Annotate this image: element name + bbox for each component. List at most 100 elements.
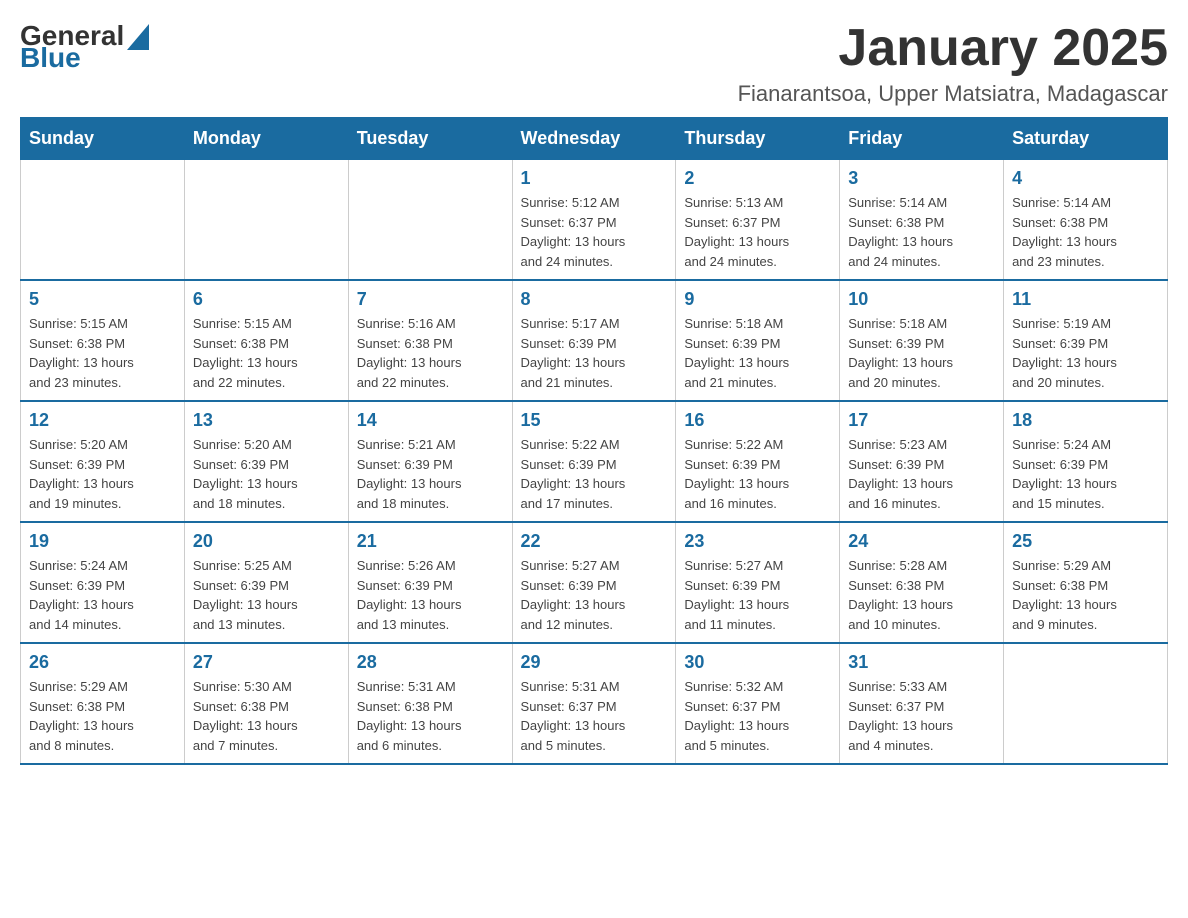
day-cell [348,160,512,281]
day-cell: 30 Sunrise: 5:32 AMSunset: 6:37 PMDayligh… [676,643,840,764]
day-info: Sunrise: 5:20 AMSunset: 6:39 PMDaylight:… [193,435,340,513]
week-row-4: 19 Sunrise: 5:24 AMSunset: 6:39 PMDayligh… [21,522,1168,643]
calendar-table: SundayMondayTuesdayWednesdayThursdayFrid… [20,117,1168,765]
week-row-3: 12Sunrise: 5:20 AMSunset: 6:39 PMDayligh… [21,401,1168,522]
day-cell: 15 Sunrise: 5:22 AMSunset: 6:39 PMDayligh… [512,401,676,522]
day-cell: 28 Sunrise: 5:31 AMSunset: 6:38 PMDayligh… [348,643,512,764]
logo: General Blue [20,20,149,74]
day-info: Sunrise: 5:26 AMSunset: 6:39 PMDaylight:… [357,556,504,634]
day-number: 16 [684,410,831,431]
day-info: Sunrise: 5:27 AMSunset: 6:39 PMDaylight:… [521,556,668,634]
day-info: Sunrise: 5:15 AMSunset: 6:38 PMDaylight:… [193,314,340,392]
day-number: 30 [684,652,831,673]
header: General Blue January 2025 Fianarantsoa, … [20,20,1168,107]
day-info: Sunrise: 5:23 AMSunset: 6:39 PMDaylight:… [848,435,995,513]
day-info: Sunrise: 5:25 AMSunset: 6:39 PMDaylight:… [193,556,340,634]
day-number: 21 [357,531,504,552]
day-number: 9 [684,289,831,310]
day-cell: 2 Sunrise: 5:13 AMSunset: 6:37 PMDaylight… [676,160,840,281]
day-info: Sunrise: 5:29 AMSunset: 6:38 PMDaylight:… [1012,556,1159,634]
day-number: 29 [521,652,668,673]
day-info: Sunrise: 5:33 AMSunset: 6:37 PMDaylight:… [848,677,995,755]
day-number: 4 [1012,168,1159,189]
day-number: 28 [357,652,504,673]
weekday-header-row: SundayMondayTuesdayWednesdayThursdayFrid… [21,118,1168,160]
day-cell: 11Sunrise: 5:19 AMSunset: 6:39 PMDayligh… [1004,280,1168,401]
day-cell: 10 Sunrise: 5:18 AMSunset: 6:39 PMDayligh… [840,280,1004,401]
day-info: Sunrise: 5:19 AMSunset: 6:39 PMDaylight:… [1012,314,1159,392]
day-cell: 29 Sunrise: 5:31 AMSunset: 6:37 PMDayligh… [512,643,676,764]
day-info: Sunrise: 5:13 AMSunset: 6:37 PMDaylight:… [684,193,831,271]
day-number: 1 [521,168,668,189]
day-number: 8 [521,289,668,310]
day-cell [21,160,185,281]
day-info: Sunrise: 5:31 AMSunset: 6:38 PMDaylight:… [357,677,504,755]
day-cell: 24 Sunrise: 5:28 AMSunset: 6:38 PMDayligh… [840,522,1004,643]
weekday-header-thursday: Thursday [676,118,840,160]
logo-blue-text: Blue [20,42,81,74]
day-number: 10 [848,289,995,310]
day-cell: 1Sunrise: 5:12 AMSunset: 6:37 PMDaylight… [512,160,676,281]
day-cell: 25 Sunrise: 5:29 AMSunset: 6:38 PMDayligh… [1004,522,1168,643]
day-cell: 27Sunrise: 5:30 AMSunset: 6:38 PMDayligh… [184,643,348,764]
day-cell: 7Sunrise: 5:16 AMSunset: 6:38 PMDaylight… [348,280,512,401]
day-cell: 8 Sunrise: 5:17 AMSunset: 6:39 PMDaylight… [512,280,676,401]
day-number: 20 [193,531,340,552]
day-info: Sunrise: 5:22 AMSunset: 6:39 PMDaylight:… [521,435,668,513]
day-number: 2 [684,168,831,189]
day-number: 6 [193,289,340,310]
week-row-5: 26Sunrise: 5:29 AMSunset: 6:38 PMDayligh… [21,643,1168,764]
title-block: January 2025 Fianarantsoa, Upper Matsiat… [738,20,1168,107]
day-info: Sunrise: 5:14 AMSunset: 6:38 PMDaylight:… [848,193,995,271]
day-cell: 18 Sunrise: 5:24 AMSunset: 6:39 PMDayligh… [1004,401,1168,522]
day-number: 13 [193,410,340,431]
day-cell: 9 Sunrise: 5:18 AMSunset: 6:39 PMDaylight… [676,280,840,401]
day-number: 25 [1012,531,1159,552]
logo-triangle-icon [127,24,149,50]
weekday-header-sunday: Sunday [21,118,185,160]
day-info: Sunrise: 5:29 AMSunset: 6:38 PMDaylight:… [29,677,176,755]
day-number: 18 [1012,410,1159,431]
day-cell: 14 Sunrise: 5:21 AMSunset: 6:39 PMDayligh… [348,401,512,522]
day-number: 15 [521,410,668,431]
day-info: Sunrise: 5:18 AMSunset: 6:39 PMDaylight:… [684,314,831,392]
day-cell: 4Sunrise: 5:14 AMSunset: 6:38 PMDaylight… [1004,160,1168,281]
weekday-header-monday: Monday [184,118,348,160]
location-title: Fianarantsoa, Upper Matsiatra, Madagasca… [738,81,1168,107]
day-cell: 22Sunrise: 5:27 AMSunset: 6:39 PMDayligh… [512,522,676,643]
month-title: January 2025 [738,20,1168,77]
day-cell [184,160,348,281]
day-info: Sunrise: 5:28 AMSunset: 6:38 PMDaylight:… [848,556,995,634]
day-cell: 17Sunrise: 5:23 AMSunset: 6:39 PMDayligh… [840,401,1004,522]
day-number: 7 [357,289,504,310]
day-cell: 23 Sunrise: 5:27 AMSunset: 6:39 PMDayligh… [676,522,840,643]
weekday-header-friday: Friday [840,118,1004,160]
day-info: Sunrise: 5:32 AMSunset: 6:37 PMDaylight:… [684,677,831,755]
day-cell: 3Sunrise: 5:14 AMSunset: 6:38 PMDaylight… [840,160,1004,281]
day-number: 23 [684,531,831,552]
day-info: Sunrise: 5:18 AMSunset: 6:39 PMDaylight:… [848,314,995,392]
weekday-header-wednesday: Wednesday [512,118,676,160]
day-info: Sunrise: 5:24 AMSunset: 6:39 PMDaylight:… [1012,435,1159,513]
weekday-header-tuesday: Tuesday [348,118,512,160]
day-info: Sunrise: 5:20 AMSunset: 6:39 PMDaylight:… [29,435,176,513]
day-info: Sunrise: 5:21 AMSunset: 6:39 PMDaylight:… [357,435,504,513]
day-cell [1004,643,1168,764]
day-number: 24 [848,531,995,552]
day-info: Sunrise: 5:24 AMSunset: 6:39 PMDaylight:… [29,556,176,634]
day-cell: 12Sunrise: 5:20 AMSunset: 6:39 PMDayligh… [21,401,185,522]
day-info: Sunrise: 5:30 AMSunset: 6:38 PMDaylight:… [193,677,340,755]
day-info: Sunrise: 5:17 AMSunset: 6:39 PMDaylight:… [521,314,668,392]
day-info: Sunrise: 5:31 AMSunset: 6:37 PMDaylight:… [521,677,668,755]
day-cell: 26Sunrise: 5:29 AMSunset: 6:38 PMDayligh… [21,643,185,764]
day-number: 14 [357,410,504,431]
day-info: Sunrise: 5:27 AMSunset: 6:39 PMDaylight:… [684,556,831,634]
week-row-2: 5Sunrise: 5:15 AMSunset: 6:38 PMDaylight… [21,280,1168,401]
week-row-1: 1Sunrise: 5:12 AMSunset: 6:37 PMDaylight… [21,160,1168,281]
day-number: 31 [848,652,995,673]
day-info: Sunrise: 5:22 AMSunset: 6:39 PMDaylight:… [684,435,831,513]
day-number: 19 [29,531,176,552]
day-cell: 21 Sunrise: 5:26 AMSunset: 6:39 PMDayligh… [348,522,512,643]
day-cell: 5Sunrise: 5:15 AMSunset: 6:38 PMDaylight… [21,280,185,401]
day-cell: 19 Sunrise: 5:24 AMSunset: 6:39 PMDayligh… [21,522,185,643]
